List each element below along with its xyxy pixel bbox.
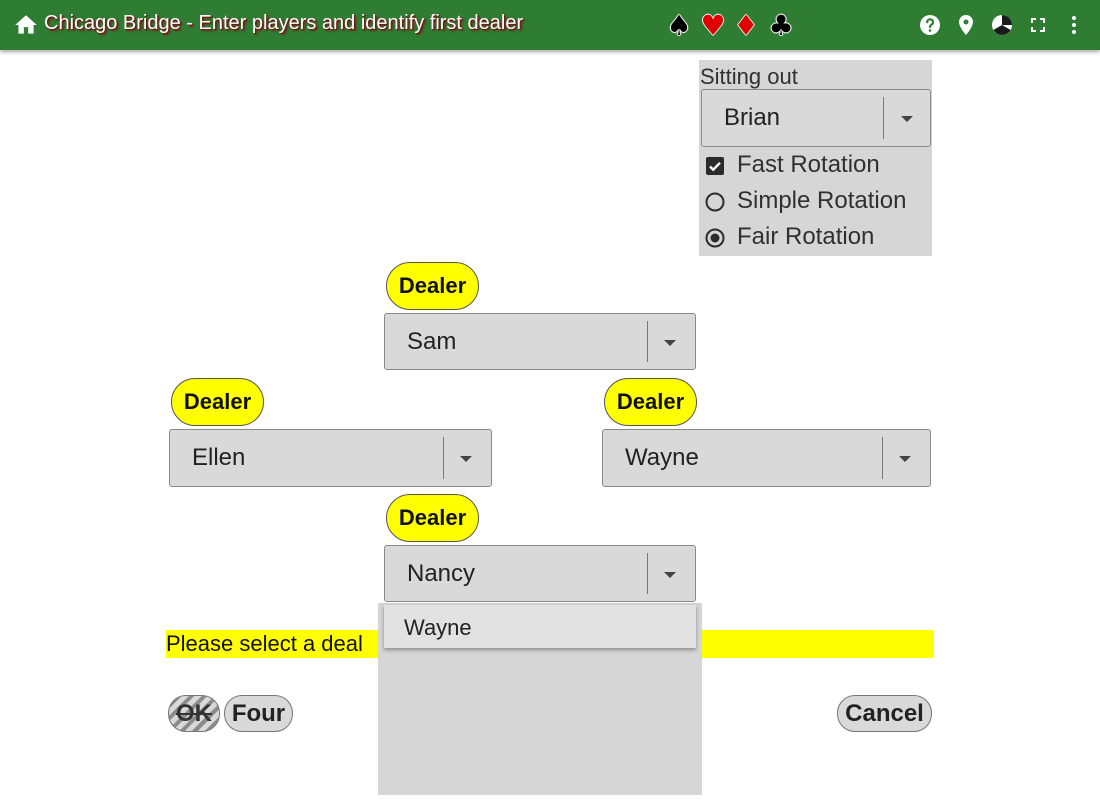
spade-icon: ♠ [666, 9, 692, 42]
sitting-out-value: Brian [724, 104, 781, 131]
west-player-value: Ellen [192, 444, 246, 471]
fullscreen-icon[interactable] [1026, 13, 1050, 37]
sitting-out-select[interactable]: Brian [701, 89, 931, 147]
simple-rotation-radio[interactable]: Simple Rotation [705, 186, 930, 216]
four-button[interactable]: Four [224, 695, 293, 732]
home-icon[interactable] [13, 12, 39, 38]
east-player-select[interactable]: Wayne [602, 429, 931, 487]
diamond-icon: ♦ [733, 9, 759, 42]
fair-rotation-radio[interactable]: Fair Rotation [705, 222, 930, 252]
location-icon[interactable] [954, 13, 978, 37]
west-player-select[interactable]: Ellen [169, 429, 492, 487]
select-divider [647, 553, 648, 594]
sitting-out-label: Sitting out [700, 64, 798, 89]
fair-rotation-label: Fair Rotation [737, 223, 875, 250]
chevron-down-icon [460, 456, 472, 462]
select-divider [443, 437, 444, 479]
radio-unchecked-icon [705, 192, 725, 212]
select-divider [882, 437, 883, 479]
top-app-bar: Chicago Bridge - Enter players and ident… [0, 0, 1100, 50]
sitting-out-panel: Sitting out Brian Fast Rotation Simple R… [699, 60, 932, 256]
club-icon: ♣ [768, 9, 794, 42]
east-player-value: Wayne [625, 444, 699, 471]
theme-icon[interactable] [990, 13, 1014, 37]
north-player-value: Sam [407, 327, 457, 355]
simple-rotation-label: Simple Rotation [737, 187, 907, 214]
radio-checked-icon [705, 228, 725, 248]
north-player-select[interactable]: Sam [384, 313, 696, 370]
heart-icon: ♥ [700, 9, 726, 42]
cancel-button[interactable]: Cancel [837, 695, 932, 732]
east-dealer-button[interactable]: Dealer [604, 378, 697, 426]
select-divider [883, 97, 884, 139]
help-icon[interactable] [918, 13, 942, 37]
dropdown-option-label: Wayne [404, 615, 472, 640]
ok-button[interactable]: OK [168, 695, 220, 732]
dropdown-option[interactable]: Wayne [384, 605, 696, 648]
page-title: Chicago Bridge - Enter players and ident… [44, 12, 524, 34]
north-dealer-button[interactable]: Dealer [386, 262, 479, 310]
south-player-select[interactable]: Nancy [384, 545, 696, 602]
checkbox-checked-icon [706, 157, 724, 175]
chevron-down-icon [664, 571, 676, 578]
south-dealer-button[interactable]: Dealer [386, 494, 479, 542]
fast-rotation-label: Fast Rotation [737, 151, 880, 178]
select-divider [647, 321, 648, 362]
south-player-value: Nancy [407, 559, 476, 587]
chevron-down-icon [664, 339, 676, 346]
fast-rotation-checkbox[interactable]: Fast Rotation [705, 150, 930, 180]
chevron-down-icon [901, 116, 913, 122]
west-dealer-button[interactable]: Dealer [171, 378, 264, 426]
chevron-down-icon [899, 456, 911, 462]
more-icon[interactable] [1062, 13, 1086, 37]
